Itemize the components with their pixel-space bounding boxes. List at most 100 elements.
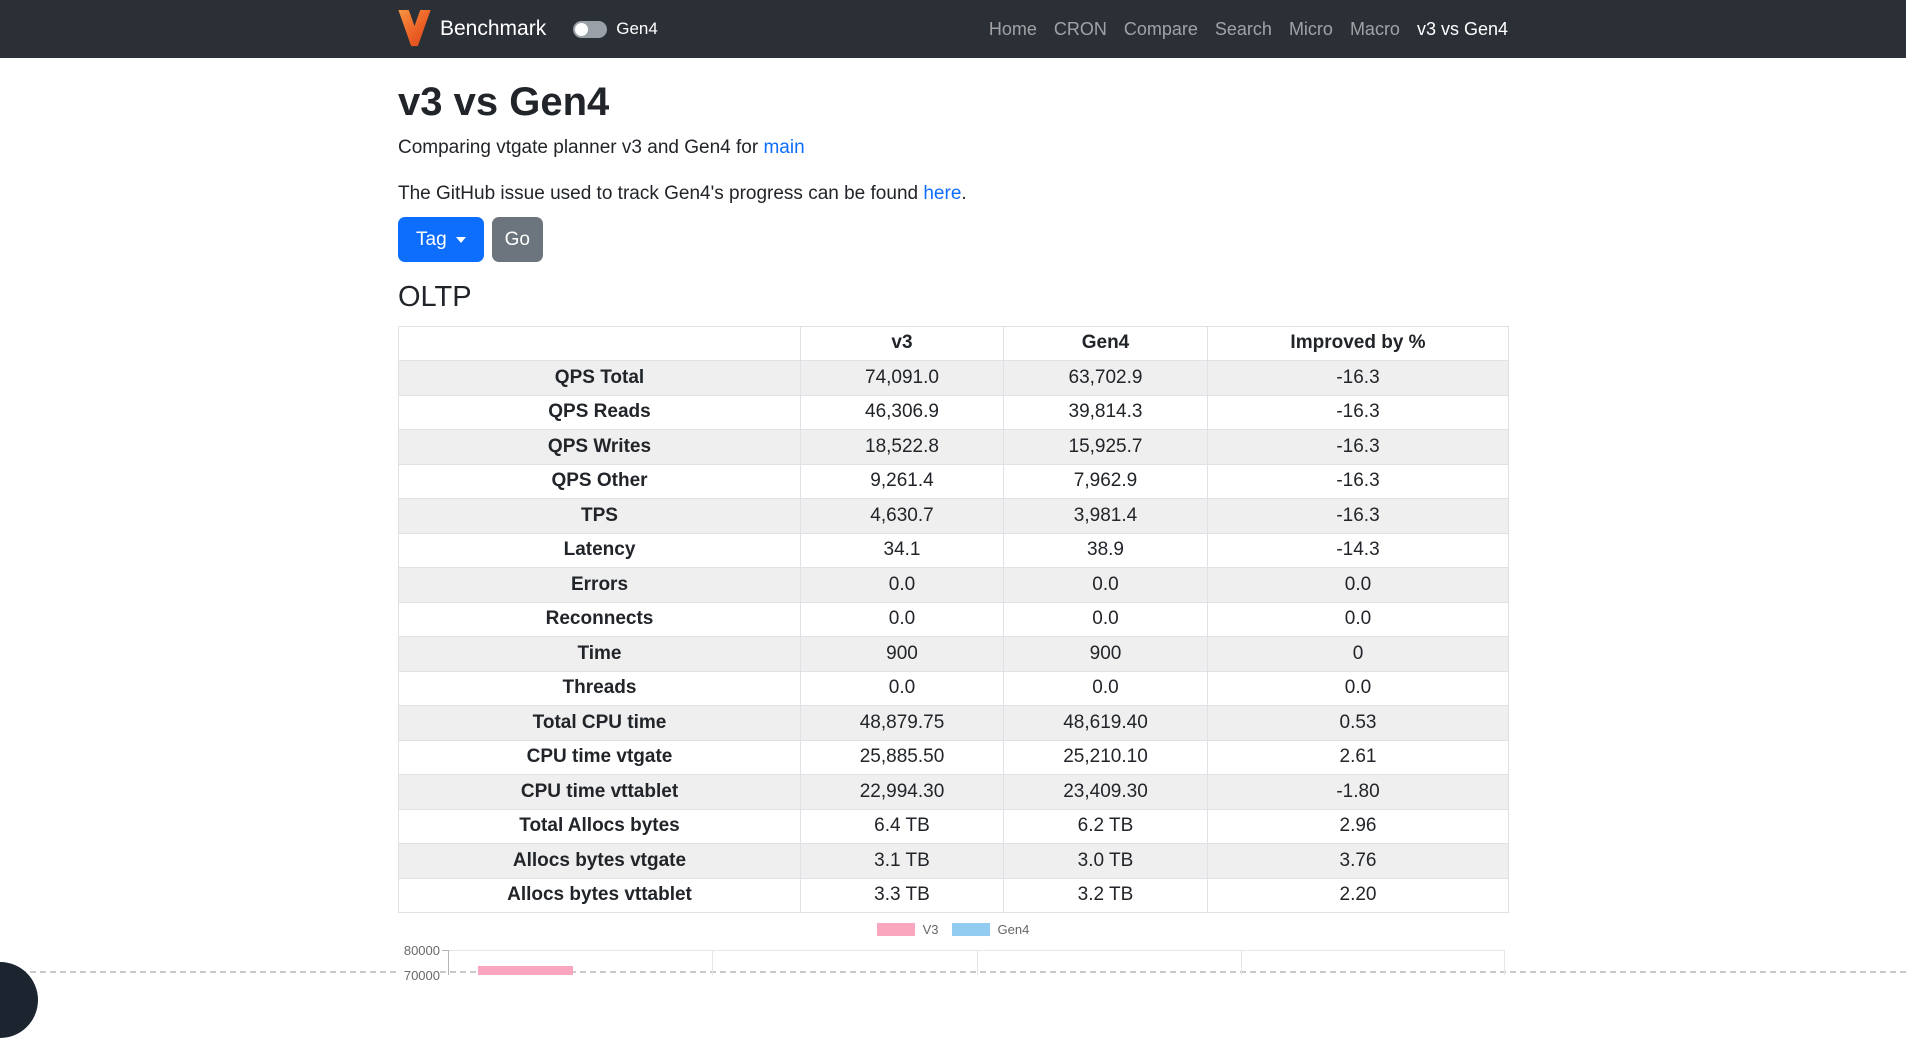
row-label: CPU time vttablet	[399, 775, 801, 810]
chevron-down-icon	[456, 237, 466, 243]
cell-improved: -16.3	[1208, 430, 1509, 465]
table-row: QPS Total74,091.063,702.9-16.3	[399, 361, 1509, 396]
floating-corner-button[interactable]	[0, 962, 38, 1038]
row-label: CPU time vtgate	[399, 740, 801, 775]
row-label: Allocs bytes vttablet	[399, 878, 801, 913]
toggle-thumb	[575, 23, 588, 36]
header-gen4: Gen4	[1004, 326, 1208, 361]
main-branch-link[interactable]: main	[763, 137, 804, 158]
cell-improved: -14.3	[1208, 533, 1509, 568]
cell-improved: 0.0	[1208, 671, 1509, 706]
nav-link-macro[interactable]: Macro	[1350, 19, 1400, 39]
nav-item-search[interactable]: Search	[1198, 19, 1272, 40]
y-axis-line	[448, 950, 449, 975]
cell-gen4: 3.2 TB	[1004, 878, 1208, 913]
chart-right-border	[1504, 950, 1505, 975]
v3-qps-total-bar	[478, 966, 573, 975]
cell-improved: 2.20	[1208, 878, 1509, 913]
cell-gen4: 38.9	[1004, 533, 1208, 568]
row-label: TPS	[399, 499, 801, 534]
table-row: Allocs bytes vtgate3.1 TB3.0 TB3.76	[399, 844, 1509, 879]
section-heading-oltp: OLTP	[398, 280, 1508, 315]
dashed-divider	[0, 971, 1906, 973]
cell-improved: -16.3	[1208, 499, 1509, 534]
nav-link-micro[interactable]: Micro	[1289, 19, 1333, 39]
gen4-legend-label: Gen4	[998, 922, 1030, 937]
brand-link[interactable]: Benchmark	[398, 10, 546, 48]
row-label: QPS Writes	[399, 430, 801, 465]
table-row: Total CPU time48,879.7548,619.400.53	[399, 706, 1509, 741]
issue-text: The GitHub issue used to track Gen4's pr…	[398, 183, 923, 204]
cell-improved: 2.96	[1208, 809, 1509, 844]
row-label: Total CPU time	[399, 706, 801, 741]
row-label: QPS Total	[399, 361, 801, 396]
cell-v3: 3.1 TB	[801, 844, 1004, 879]
vitess-logo-icon	[398, 10, 431, 48]
table-row: CPU time vttablet22,994.3023,409.30-1.80	[399, 775, 1509, 810]
row-label: Errors	[399, 568, 801, 603]
table-row: Allocs bytes vttablet3.3 TB3.2 TB2.20	[399, 878, 1509, 913]
cell-improved: 2.61	[1208, 740, 1509, 775]
row-label: QPS Reads	[399, 395, 801, 430]
nav-item-home[interactable]: Home	[972, 19, 1037, 40]
nav-link-home[interactable]: Home	[989, 19, 1037, 39]
nav-item-cron[interactable]: CRON	[1037, 19, 1107, 40]
table-row: QPS Other9,261.47,962.9-16.3	[399, 464, 1509, 499]
cell-v3: 74,091.0	[801, 361, 1004, 396]
v3-legend-swatch	[877, 923, 915, 936]
cell-improved: 0.0	[1208, 602, 1509, 637]
nav-item-macro[interactable]: Macro	[1333, 19, 1400, 40]
cell-gen4: 23,409.30	[1004, 775, 1208, 810]
toggle-track[interactable]	[573, 21, 607, 38]
cell-gen4: 63,702.9	[1004, 361, 1208, 396]
cell-v3: 18,522.8	[801, 430, 1004, 465]
row-label: Reconnects	[399, 602, 801, 637]
subtitle-text: Comparing vtgate planner v3 and Gen4 for	[398, 137, 763, 158]
legend-item-v3[interactable]: V3	[877, 922, 939, 937]
nav-item-v3-vs-gen4[interactable]: v3 vs Gen4	[1400, 19, 1508, 40]
github-issue-link[interactable]: here	[923, 183, 961, 204]
nav-item-compare[interactable]: Compare	[1107, 19, 1198, 40]
cell-improved: 0.53	[1208, 706, 1509, 741]
row-label: Latency	[399, 533, 801, 568]
row-label: Threads	[399, 671, 801, 706]
table-row: Latency34.138.9-14.3	[399, 533, 1509, 568]
issue-line: The GitHub issue used to track Gen4's pr…	[398, 180, 1508, 208]
cell-v3: 9,261.4	[801, 464, 1004, 499]
tag-button-label: Tag	[416, 228, 447, 251]
cell-improved: -16.3	[1208, 395, 1509, 430]
gen4-toggle[interactable]: Gen4	[573, 19, 658, 39]
nav-link-search[interactable]: Search	[1215, 19, 1272, 39]
nav-link-compare[interactable]: Compare	[1124, 19, 1198, 39]
vertical-gridline	[977, 950, 978, 975]
vertical-gridline	[712, 950, 713, 975]
brand-title: Benchmark	[440, 17, 546, 41]
nav-link-cron[interactable]: CRON	[1054, 19, 1107, 39]
cell-gen4: 3.0 TB	[1004, 844, 1208, 879]
legend-item-gen4[interactable]: Gen4	[952, 922, 1030, 937]
tag-dropdown-button[interactable]: Tag	[398, 217, 484, 262]
table-row: QPS Writes18,522.815,925.7-16.3	[399, 430, 1509, 465]
cell-v3: 34.1	[801, 533, 1004, 568]
controls: Tag Go	[398, 217, 1508, 262]
cell-v3: 4,630.7	[801, 499, 1004, 534]
nav-item-micro[interactable]: Micro	[1272, 19, 1333, 40]
cell-v3: 0.0	[801, 602, 1004, 637]
row-label: QPS Other	[399, 464, 801, 499]
cell-gen4: 0.0	[1004, 602, 1208, 637]
nav-link-v3-vs-gen4[interactable]: v3 vs Gen4	[1417, 19, 1508, 39]
cell-v3: 0.0	[801, 671, 1004, 706]
oltp-comparison-table: v3 Gen4 Improved by % QPS Total74,091.06…	[398, 326, 1509, 914]
table-row: TPS4,630.73,981.4-16.3	[399, 499, 1509, 534]
cell-v3: 46,306.9	[801, 395, 1004, 430]
cell-v3: 25,885.50	[801, 740, 1004, 775]
cell-v3: 900	[801, 637, 1004, 672]
table-header-row: v3 Gen4 Improved by %	[399, 326, 1509, 361]
cell-improved: 0.0	[1208, 568, 1509, 603]
table-row: Total Allocs bytes6.4 TB6.2 TB2.96	[399, 809, 1509, 844]
chart-legend: V3 Gen4	[0, 922, 1906, 937]
go-button[interactable]: Go	[492, 217, 543, 262]
header-v3: v3	[801, 326, 1004, 361]
cell-v3: 48,879.75	[801, 706, 1004, 741]
table-row: Threads0.00.00.0	[399, 671, 1509, 706]
